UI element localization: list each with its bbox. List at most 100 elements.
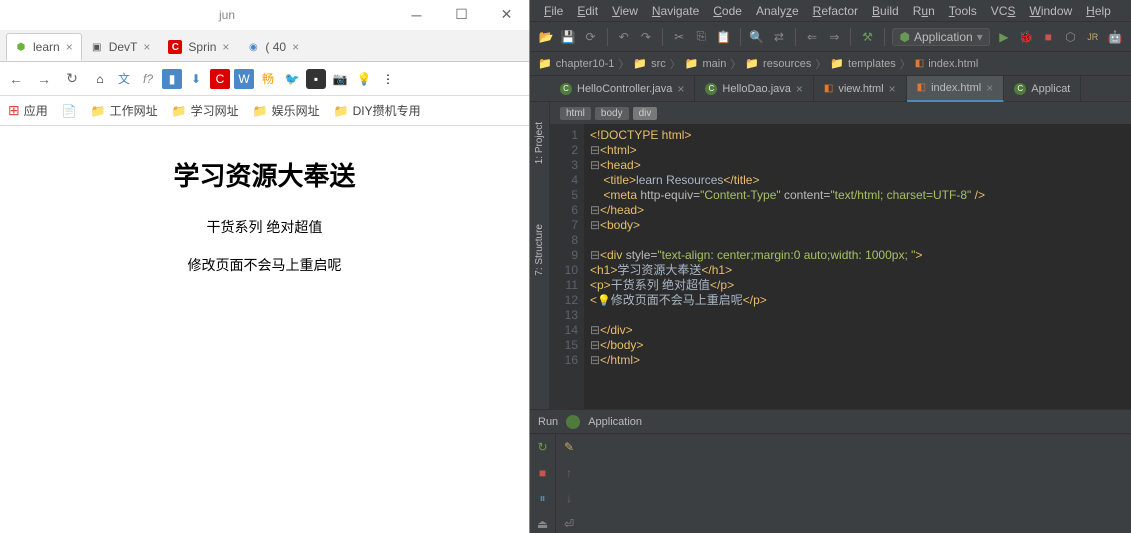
stop-icon[interactable]: ■ <box>534 464 552 482</box>
code-editor[interactable]: 12345678910111213141516 <!DOCTYPE html>⊟… <box>550 124 1131 409</box>
cut-icon[interactable]: ✂ <box>671 28 687 46</box>
menu-tools[interactable]: Tools <box>943 2 983 20</box>
project-tab[interactable]: 1: Project <box>534 122 545 164</box>
ext-icon[interactable]: ⬇ <box>186 69 206 89</box>
structure-tab[interactable]: 7: Structure <box>534 224 545 276</box>
debug-icon[interactable]: 🐞 <box>1018 28 1034 46</box>
close-icon[interactable]: × <box>796 82 803 96</box>
menu-icon[interactable]: ⋮ <box>378 69 398 89</box>
tab-close-icon[interactable]: × <box>222 40 229 54</box>
open-icon[interactable]: 📂 <box>538 28 554 46</box>
crumb[interactable]: 📁 main <box>685 57 727 70</box>
menu-run[interactable]: Run <box>907 2 941 20</box>
ext-icon[interactable]: W <box>234 69 254 89</box>
menu-window[interactable]: Window <box>1023 2 1078 20</box>
tab-close-icon[interactable]: × <box>143 40 150 54</box>
browser-tab[interactable]: ▣ DevT × <box>82 33 160 61</box>
edit-icon[interactable]: ✎ <box>560 438 578 456</box>
menu-view[interactable]: View <box>606 2 644 20</box>
ext-icon[interactable]: f? <box>138 69 158 89</box>
editor-tab[interactable]: ◧view.html× <box>814 76 907 102</box>
browser-tab[interactable]: C Sprin × <box>159 33 238 61</box>
spring-icon: ⬢ <box>15 41 27 53</box>
bookmark-folder[interactable]: 📁DIY攒机专用 <box>334 102 421 119</box>
menu-help[interactable]: Help <box>1080 2 1117 20</box>
forward-icon[interactable]: ⇒ <box>826 28 842 46</box>
save-icon[interactable]: 💾 <box>560 28 576 46</box>
maximize-button[interactable]: ☐ <box>439 0 484 30</box>
bookmark-folder[interactable]: 📁工作网址 <box>91 102 158 119</box>
close-icon[interactable]: × <box>889 82 896 96</box>
run-config-dropdown[interactable]: ⬢Application▾ <box>892 28 989 46</box>
bookmark-folder[interactable]: 📁娱乐网址 <box>253 102 320 119</box>
forward-button[interactable]: → <box>34 69 54 89</box>
minimize-button[interactable]: ─ <box>394 0 439 30</box>
bookmark-folder[interactable]: 📁学习网址 <box>172 102 239 119</box>
ext-icon[interactable]: 📷 <box>330 69 350 89</box>
menu-edit[interactable]: Edit <box>571 2 604 20</box>
line-gutter: 12345678910111213141516 <box>550 124 584 409</box>
html-crumb[interactable]: html <box>560 107 591 120</box>
menu-code[interactable]: Code <box>707 2 748 20</box>
close-icon[interactable]: × <box>677 82 684 96</box>
replace-icon[interactable]: ⇄ <box>771 28 787 46</box>
crumb[interactable]: 📁 resources <box>745 57 811 70</box>
crumb[interactable]: 📁 src <box>633 57 665 70</box>
ext-icon[interactable]: ⬡ <box>1062 28 1078 46</box>
exit-icon[interactable]: ⏏ <box>534 515 552 533</box>
back-icon[interactable]: ⇐ <box>804 28 820 46</box>
tab-close-icon[interactable]: × <box>66 40 73 54</box>
editor-tab[interactable]: CApplicat <box>1004 76 1081 102</box>
paste-icon[interactable]: 📋 <box>715 28 731 46</box>
wrap-icon[interactable]: ⏎ <box>560 515 578 533</box>
redo-icon[interactable]: ↷ <box>638 28 654 46</box>
html-crumb[interactable]: div <box>633 107 658 120</box>
tab-close-icon[interactable]: × <box>292 40 299 54</box>
crumb[interactable]: ◧ index.html <box>915 58 979 70</box>
editor-tab[interactable]: CHelloController.java× <box>550 76 695 102</box>
browser-tab[interactable]: ◉ ( 40 × <box>238 33 308 61</box>
ext-icon[interactable]: 💡 <box>354 69 374 89</box>
bookmark-item[interactable]: 📄 <box>62 104 77 118</box>
home-icon[interactable]: ⌂ <box>90 69 110 89</box>
ext-icon[interactable]: JR <box>1085 28 1101 46</box>
html-crumb[interactable]: body <box>595 107 629 120</box>
ext-icon[interactable]: 畅 <box>258 69 278 89</box>
copy-icon[interactable]: ⎘ <box>693 28 709 46</box>
close-button[interactable]: ✕ <box>484 0 529 30</box>
pause-icon[interactable]: ⏸ <box>534 490 552 508</box>
build-icon[interactable]: ⚒ <box>859 28 875 46</box>
run-icon[interactable]: ▶ <box>996 28 1012 46</box>
crumb[interactable]: 📁 templates <box>830 57 895 70</box>
ext-icon[interactable]: ▪ <box>306 69 326 89</box>
up-icon[interactable]: ↑ <box>560 464 578 482</box>
apps-button[interactable]: ⊞应用 <box>8 102 48 119</box>
close-icon[interactable]: × <box>986 81 993 95</box>
menu-refactor[interactable]: Refactor <box>807 2 864 20</box>
rerun-icon[interactable]: ↻ <box>534 438 552 456</box>
android-icon[interactable]: 🤖 <box>1107 28 1123 46</box>
menu-navigate[interactable]: Navigate <box>646 2 705 20</box>
editor-tab[interactable]: CHelloDao.java× <box>695 76 814 102</box>
run-bar[interactable]: Run Application <box>530 409 1131 433</box>
sync-icon[interactable]: ⟳ <box>582 28 598 46</box>
undo-icon[interactable]: ↶ <box>616 28 632 46</box>
down-icon[interactable]: ↓ <box>560 490 578 508</box>
editor-tab[interactable]: ◧index.html× <box>907 76 1005 102</box>
ext-icon[interactable]: 🐦 <box>282 69 302 89</box>
find-icon[interactable]: 🔍 <box>749 28 765 46</box>
browser-tab[interactable]: ⬢ learn × <box>6 33 82 61</box>
translate-icon[interactable]: 文 <box>114 69 134 89</box>
code-lines[interactable]: <!DOCTYPE html>⊟<html>⊟<head> <title>lea… <box>584 124 1131 409</box>
ext-icon[interactable]: ▮ <box>162 69 182 89</box>
menu-analyze[interactable]: Analyze <box>750 2 805 20</box>
stop-icon[interactable]: ■ <box>1040 28 1056 46</box>
menu-file[interactable]: File <box>538 2 569 20</box>
ext-icon[interactable]: C <box>210 69 230 89</box>
reload-button[interactable]: ↻ <box>62 69 82 89</box>
menu-vcs[interactable]: VCS <box>985 2 1022 20</box>
back-button[interactable]: ← <box>6 69 26 89</box>
menu-build[interactable]: Build <box>866 2 905 20</box>
side-tabs: 1: Project 7: Structure <box>530 102 550 409</box>
crumb[interactable]: 📁 chapter10-1 <box>538 57 614 70</box>
